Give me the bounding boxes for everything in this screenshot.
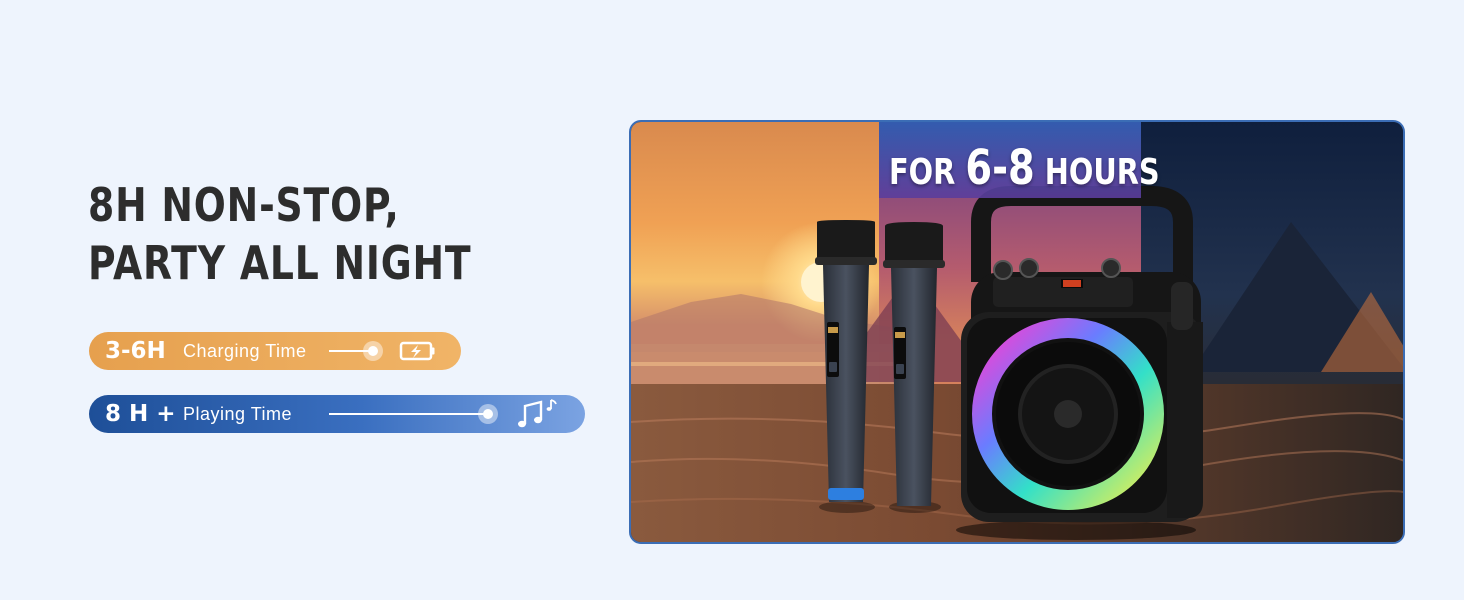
- charging-time-knob: [363, 341, 383, 361]
- charging-time-label: Charging Time: [183, 341, 307, 361]
- music-notes-icon: [515, 396, 561, 437]
- banner-prefix: FOR: [889, 152, 966, 193]
- battery-charging-icon: [399, 338, 437, 369]
- banner-hours: 6-8: [965, 140, 1035, 196]
- playing-time-label: Playing Time: [183, 404, 293, 424]
- playing-time-knob: [478, 404, 498, 424]
- banner-suffix: HOURS: [1034, 152, 1160, 193]
- playing-time-track: [329, 413, 489, 415]
- headline: 8H NON-STOP, PARTY ALL NIGHT: [88, 176, 471, 292]
- headline-line-1: 8H NON-STOP,: [88, 178, 400, 232]
- charging-time-pill: 3-6H Charging Time: [89, 332, 461, 370]
- playing-time-value: 8 H +: [105, 401, 176, 427]
- hours-banner-text: FOR 6-8 HOURS: [889, 140, 1160, 196]
- playing-time-pill: 8 H + Playing Time: [89, 395, 585, 433]
- charging-time-value: 3-6H: [105, 338, 166, 364]
- headline-line-2: PARTY ALL NIGHT: [88, 236, 472, 290]
- product-photo: FOR 6-8 HOURS: [629, 120, 1405, 544]
